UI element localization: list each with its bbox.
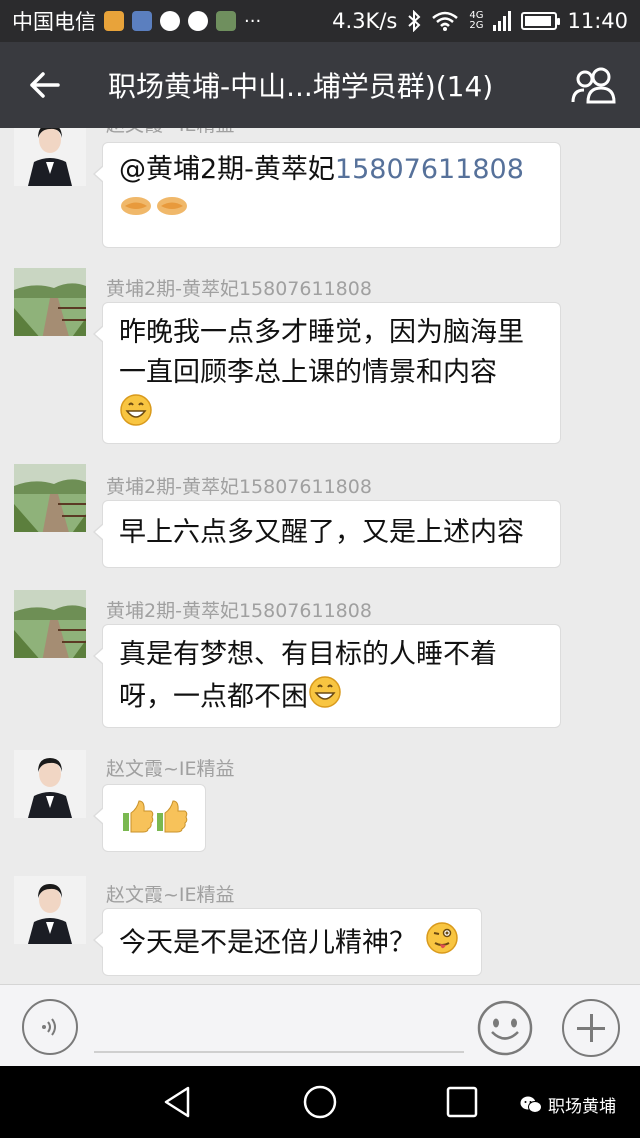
status-right: 4.3K/s 4G 2G 11:40 (332, 9, 628, 33)
group-info-button[interactable] (550, 42, 640, 128)
message-input[interactable] (94, 1007, 464, 1053)
network-type: 4G 2G (469, 11, 483, 31)
message-text-line: 今天是不是还倍儿精神？ (119, 927, 416, 959)
message-text-line: 一直回顾李总上课的情景和内容 (119, 357, 497, 388)
grin-emoji (119, 393, 544, 429)
message-item: 黄埔2期-黄萃妃15807611808 真是有梦想、有目标的人睡不着 呀，一点都… (0, 590, 640, 730)
watermark-text: 职场黄埔 (548, 1097, 616, 1117)
message-bubble[interactable]: 真是有梦想、有目标的人睡不着 呀，一点都不困 (93, 624, 561, 728)
avatar[interactable] (14, 268, 86, 336)
sender-name: 赵文霞~IE精益 (106, 884, 235, 906)
message-bubble[interactable]: @黄埔2期-黄萃妃15807611808 (93, 142, 561, 248)
sender-name: 黄埔2期-黄萃妃15807611808 (106, 600, 372, 622)
avatar[interactable] (14, 128, 86, 186)
battery-level (525, 16, 551, 26)
avatar[interactable] (14, 876, 86, 944)
sender-name: 赵文霞~IE精益 (106, 128, 235, 137)
thumbs-up-emoji (119, 799, 189, 847)
chat-title: 职场黄埔-中山...埔学员群)(14) (108, 70, 494, 103)
status-left: 中国电信 ··· (12, 6, 261, 36)
status-bar: 中国电信 ··· 4.3K/s 4G 2G 11:40 (0, 0, 640, 42)
landscape-avatar-image (14, 590, 86, 658)
notification-app-icon (132, 11, 152, 31)
bluetooth-icon (408, 10, 421, 32)
battery-icon (521, 12, 561, 30)
message-item: 赵文霞~IE精益 今天是不是还倍儿精神？ (0, 874, 640, 984)
message-bubble[interactable]: 早上六点多又醒了，又是上述内容 (93, 500, 561, 568)
mention-text[interactable]: @黄埔2期-黄萃妃 (119, 154, 335, 185)
woman-avatar-image (14, 876, 86, 944)
message-item: 黄埔2期-黄萃妃15807611808 昨晚我一点多才睡觉，因为脑海里 一直回顾… (0, 268, 640, 448)
input-bar (0, 984, 640, 1066)
chat-area[interactable]: 赵文霞~IE精益 @黄埔2期-黄萃妃15807611808 黄埔2期-黄萃妃15… (0, 128, 640, 984)
carrier-label: 中国电信 (12, 10, 96, 34)
more-notifications-icon: ··· (244, 10, 262, 32)
emoji-button[interactable] (476, 999, 534, 1057)
landscape-avatar-image (14, 268, 86, 336)
avatar[interactable] (14, 464, 86, 532)
sender-name: 赵文霞~IE精益 (106, 758, 235, 780)
phone-number-link[interactable]: 15807611808 (335, 154, 524, 185)
system-nav-bar: 职场黄埔 (0, 1066, 640, 1138)
message-bubble[interactable] (93, 784, 206, 852)
message-bubble[interactable]: 今天是不是还倍儿精神？ (93, 908, 482, 976)
back-triangle-icon[interactable] (160, 1084, 196, 1120)
back-button[interactable] (0, 42, 88, 128)
woman-avatar-image (14, 128, 86, 186)
group-members-icon (571, 67, 616, 104)
watermark: 职场黄埔 (520, 1092, 616, 1117)
sender-name: 黄埔2期-黄萃妃15807611808 (106, 278, 372, 300)
clock: 11:40 (567, 9, 628, 33)
recent-apps-icon[interactable] (444, 1084, 480, 1120)
sender-name: 黄埔2期-黄萃妃15807611808 (106, 476, 372, 498)
title-bar: 职场黄埔-中山...埔学员群)(14) (0, 42, 640, 128)
home-circle-icon[interactable] (302, 1084, 338, 1120)
message-text-line: 昨晚我一点多才睡觉，因为脑海里 (119, 317, 524, 348)
signal-icon (493, 11, 512, 31)
landscape-avatar-image (14, 464, 86, 532)
message-text-line: 早上六点多又醒了，又是上述内容 (119, 517, 524, 548)
notification-app-icon (104, 11, 124, 31)
message-item: 黄埔2期-黄萃妃15807611808 早上六点多又醒了，又是上述内容 (0, 464, 640, 574)
network-speed: 4.3K/s (332, 9, 398, 33)
avatar[interactable] (14, 750, 86, 818)
network-2g-label: 2G (469, 20, 484, 31)
plus-button[interactable] (562, 999, 620, 1057)
avatar[interactable] (14, 590, 86, 658)
woman-avatar-image (14, 750, 86, 818)
wifi-icon (432, 11, 459, 31)
message-text-line: 呀，一点都不困 (119, 681, 308, 713)
voice-input-button[interactable] (22, 999, 78, 1055)
back-arrow-icon (30, 72, 60, 98)
message-bubble[interactable]: 昨晚我一点多才睡觉，因为脑海里 一直回顾李总上课的情景和内容 (93, 302, 561, 444)
message-text-line-wrap: 呀，一点都不困 (119, 675, 544, 721)
wechat-icon (520, 1096, 542, 1113)
handshake-emoji (119, 191, 544, 221)
notification-app-icon (216, 11, 236, 31)
notification-app-icon (160, 11, 180, 31)
message-item: 赵文霞~IE精益 (0, 748, 640, 858)
voice-icon (42, 1018, 56, 1036)
grin-emoji (308, 675, 342, 721)
message-text-line: 真是有梦想、有目标的人睡不着 (119, 639, 497, 670)
message-item: 赵文霞~IE精益 @黄埔2期-黄萃妃15807611808 (0, 128, 640, 258)
qq-icon (188, 11, 208, 31)
wink-tongue-emoji (425, 921, 459, 967)
smiley-icon (477, 1000, 533, 1056)
